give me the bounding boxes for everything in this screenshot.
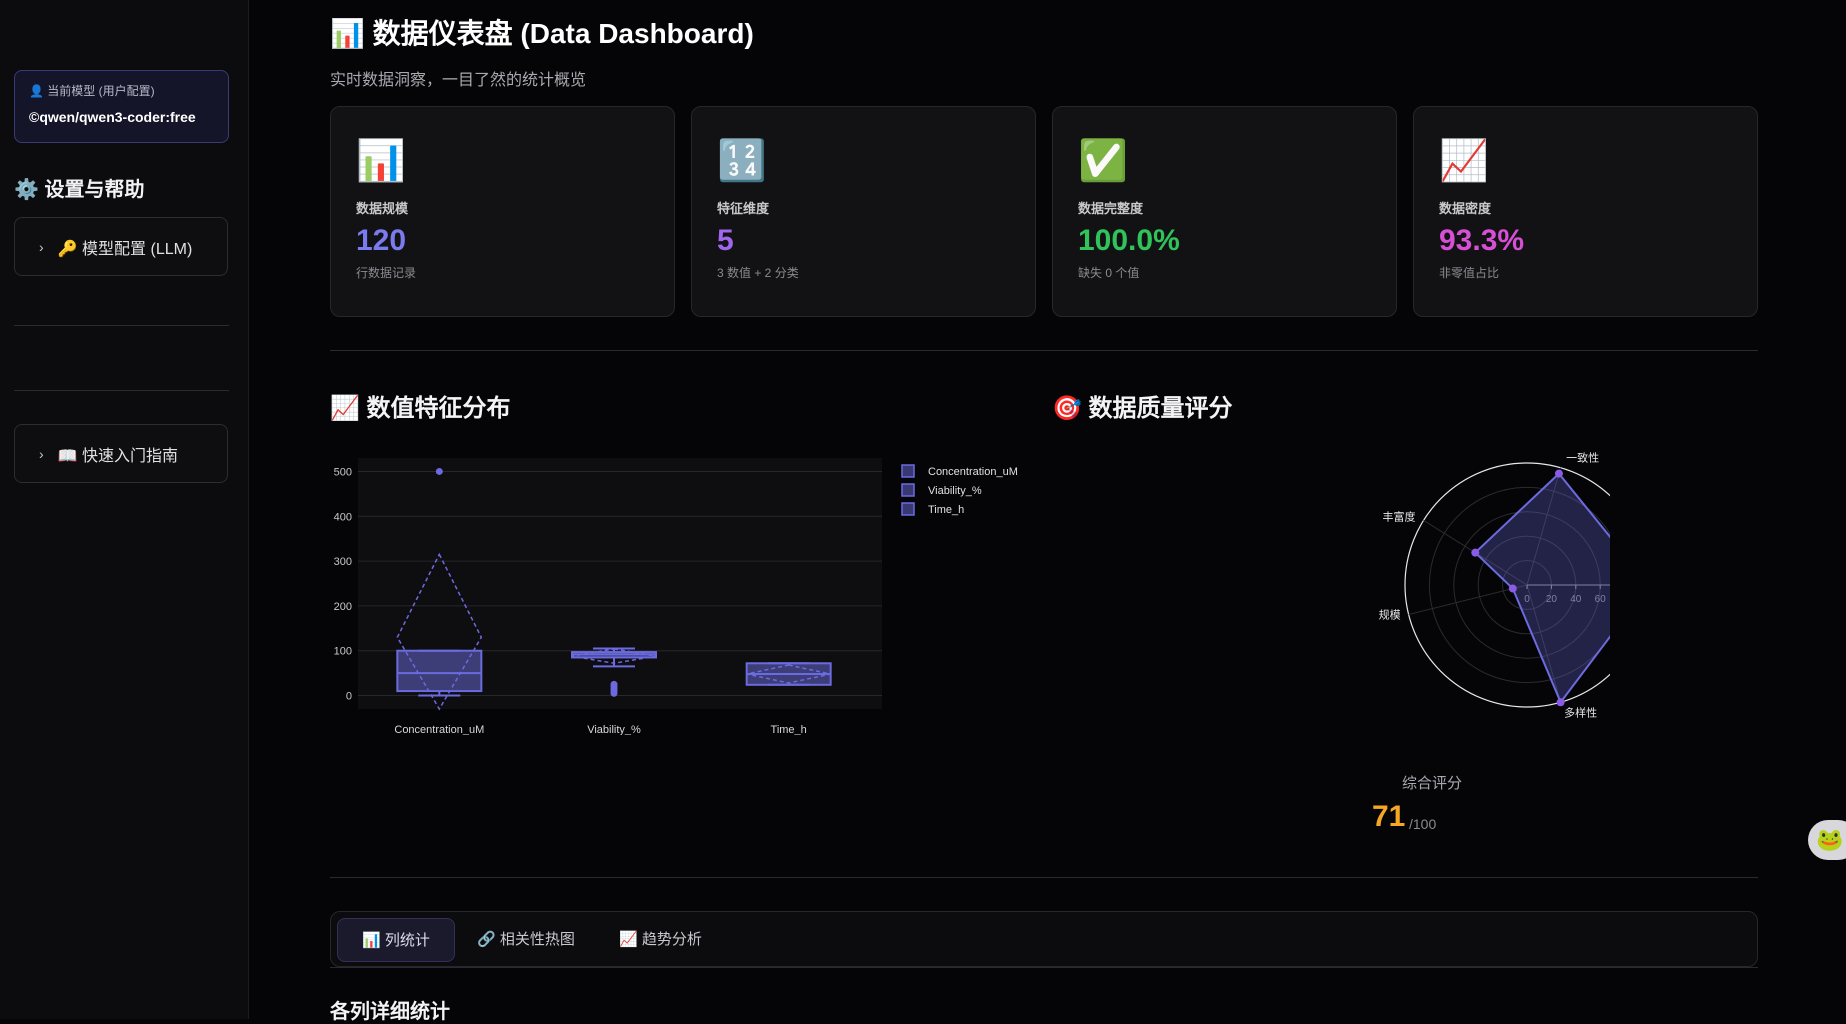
- page-subtitle: 实时数据洞察，一目了然的统计概览: [330, 72, 587, 89]
- legend-label: Time_h: [928, 504, 964, 516]
- kpi-card-density: 📈 数据密度 93.3% 非零值占比: [1413, 106, 1758, 317]
- score-max: /100: [1409, 816, 1437, 832]
- kpi-sub: 非零值占比: [1439, 266, 1500, 280]
- legend-swatch: [901, 464, 915, 478]
- chevron-right-icon: ›: [39, 238, 44, 255]
- distribution-title: 📈 数值特征分布: [330, 395, 511, 422]
- box-rect: [396, 649, 483, 693]
- page-title: 📊 数据仪表盘 (Data Dashboard): [330, 18, 754, 49]
- x-tick-label: Concentration_uM: [394, 724, 484, 735]
- kpi-sub: 缺失 0 个值: [1078, 266, 1140, 280]
- radar-chart: 020406080100 一致性完整度多样性规模丰富度: [1379, 451, 1610, 719]
- kpi-label: 特征维度: [717, 201, 770, 216]
- radar-point: [1471, 548, 1480, 557]
- kpi-value: 5: [717, 224, 734, 257]
- y-tick-label: 500: [334, 466, 352, 478]
- y-tick-label: 400: [334, 511, 352, 523]
- kpi-value: 120: [356, 224, 407, 257]
- box-plot-chart: 0 100 200 300 400 500 Concentration_uM Viabili…: [334, 458, 1018, 735]
- section-divider: [330, 350, 1758, 351]
- legend-swatch: [901, 502, 915, 516]
- model-config-expander[interactable]: › 🔑 模型配置 (LLM): [14, 217, 228, 276]
- legend-label: Viability_%: [928, 485, 982, 497]
- trend-chart-icon: 📈: [1439, 139, 1489, 183]
- y-tick-label: 200: [334, 601, 352, 613]
- tab-correlation-heatmap[interactable]: 🔗 相关性热图: [453, 918, 599, 962]
- sidebar-divider: [14, 390, 229, 391]
- tab-trend-analysis[interactable]: 📈 趋势分析: [595, 918, 726, 962]
- model-config-label: 🔑 模型配置 (LLM): [57, 240, 193, 258]
- x-tick-label: Time_h: [771, 724, 807, 735]
- score-value: 71: [1372, 800, 1406, 833]
- section-divider: [330, 877, 1758, 878]
- kpi-label: 数据完整度: [1078, 201, 1144, 216]
- quick-start-label: 📖 快速入门指南: [57, 447, 179, 465]
- main-content: 📊 数据仪表盘 (Data Dashboard) 实时数据洞察，一目了然的统计概…: [330, 0, 1758, 1023]
- kpi-card-completeness: ✅ 数据完整度 100.0% 缺失 0 个值: [1052, 106, 1397, 317]
- y-tick-label: 0: [346, 691, 352, 703]
- radar-area: [1473, 472, 1610, 705]
- score-label: 综合评分: [1401, 775, 1462, 792]
- bar-chart-icon: 📊: [356, 139, 406, 183]
- kpi-label: 数据规模: [356, 201, 409, 216]
- legend-swatch: [901, 483, 915, 497]
- radar-axis-label: 规模: [1379, 608, 1401, 622]
- check-icon: ✅: [1078, 139, 1128, 183]
- kpi-card-data-size: 📊 数据规模 120 行数据记录: [330, 106, 675, 317]
- outlier-point: [435, 467, 443, 475]
- radar-point: [1508, 584, 1517, 593]
- y-tick-label: 100: [334, 646, 352, 658]
- sidebar-divider: [14, 325, 229, 326]
- x-tick-label: Viability_%: [587, 724, 641, 735]
- sidebar: 👤 当前模型 (用户配置) ©qwen/qwen3-coder:free ⚙️ …: [0, 0, 249, 1019]
- tab-underline: [330, 967, 1758, 968]
- quick-start-expander[interactable]: › 📖 快速入门指南: [14, 424, 228, 483]
- settings-help-heading: ⚙️ 设置与帮助: [14, 179, 145, 201]
- kpi-label: 数据密度: [1439, 201, 1492, 216]
- kpi-card-feature-dims: 🔢 特征维度 5 3 数值 + 2 分类: [691, 106, 1036, 317]
- kpi-value: 100.0%: [1078, 224, 1180, 257]
- radar-point: [1554, 469, 1563, 478]
- radar-axis-label: 一致性: [1566, 451, 1599, 465]
- outlier-point: [610, 680, 618, 688]
- frog-icon: 🐸: [1816, 827, 1844, 852]
- kpi-sub: 行数据记录: [356, 266, 417, 280]
- tab-column-stats[interactable]: 📊 列统计: [337, 918, 455, 962]
- current-model-label: 👤 当前模型 (用户配置): [29, 84, 155, 98]
- radar-axis-label: 多样性: [1564, 705, 1597, 719]
- kpi-value: 93.3%: [1439, 224, 1525, 257]
- numbers-icon: 🔢: [717, 139, 767, 183]
- legend-label: Concentration_uM: [928, 466, 1018, 478]
- assistant-button[interactable]: 🐸: [1808, 820, 1846, 860]
- y-tick-label: 300: [334, 556, 352, 568]
- column-stats-heading: 各列详细统计: [330, 1001, 450, 1023]
- current-model-value: ©qwen/qwen3-coder:free: [29, 109, 196, 125]
- kpi-sub: 3 数值 + 2 分类: [717, 266, 799, 280]
- tab-bar: 📊 列统计 🔗 相关性热图 📈 趋势分析: [330, 911, 1758, 967]
- radar-axis-label: 丰富度: [1383, 509, 1416, 523]
- radar-point: [1556, 698, 1565, 707]
- current-model-card: 👤 当前模型 (用户配置) ©qwen/qwen3-coder:free: [14, 70, 229, 143]
- quality-title: 🎯 数据质量评分: [1052, 395, 1233, 422]
- chevron-right-icon: ›: [39, 445, 44, 462]
